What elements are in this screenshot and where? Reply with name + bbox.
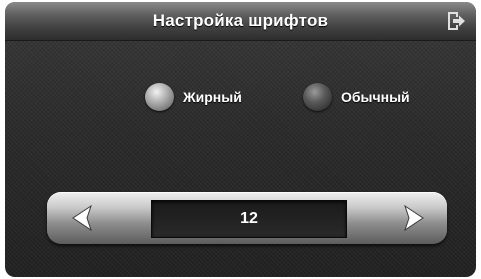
font-settings-screen: Настройка шрифтов Жирный Обычный 12: [5, 2, 476, 277]
font-style-normal-option[interactable]: Обычный: [303, 82, 438, 112]
radio-button-selected[interactable]: [145, 83, 174, 111]
chevron-right-icon: [404, 205, 424, 231]
exit-button[interactable]: [445, 10, 467, 32]
page-title: Настройка шрифтов: [152, 11, 329, 30]
decrease-size-button[interactable]: [47, 192, 137, 244]
radio-button-unselected[interactable]: [303, 83, 332, 111]
increase-size-button[interactable]: [357, 192, 447, 244]
font-style-bold-label: Жирный: [183, 89, 242, 105]
font-size-stepper: 12: [47, 192, 447, 244]
exit-icon: [448, 12, 465, 30]
font-style-bold-option[interactable]: Жирный: [145, 82, 260, 112]
font-size-value: 12: [240, 210, 258, 227]
title-bar: Настройка шрифтов: [5, 2, 476, 41]
font-style-normal-label: Обычный: [341, 89, 410, 105]
chevron-left-icon: [72, 205, 92, 231]
font-size-display: 12: [151, 200, 347, 238]
